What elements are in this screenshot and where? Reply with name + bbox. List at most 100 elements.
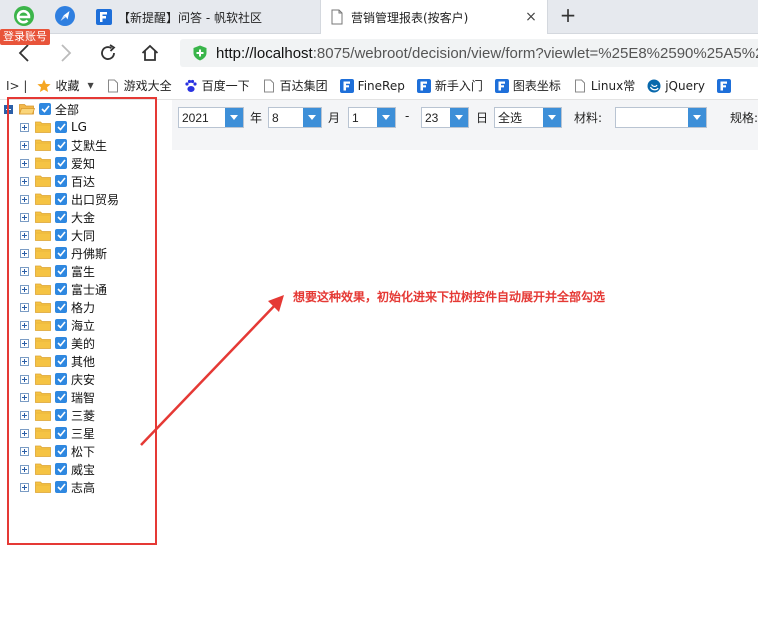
tab-forum[interactable]: 【新提醒】问答 - 帆软社区 (88, 0, 320, 34)
tree-node[interactable]: 富生 (20, 262, 95, 280)
back-button[interactable] (12, 42, 36, 64)
expand-icon[interactable] (20, 284, 29, 294)
day-from-select[interactable]: 1 (348, 107, 396, 128)
year-select[interactable]: 2021 (178, 107, 244, 128)
checkbox-checked-icon[interactable] (55, 337, 67, 349)
checkbox-checked-icon[interactable] (39, 103, 51, 115)
expand-icon[interactable] (20, 230, 29, 240)
bookmark-item[interactable] (717, 78, 735, 93)
forward-button[interactable] (54, 42, 78, 64)
bookmark-item[interactable]: FineRep (339, 78, 405, 93)
tree-node[interactable]: LG (20, 118, 87, 136)
tree-node[interactable]: 大同 (20, 226, 95, 244)
tree-node[interactable]: 格力 (20, 298, 95, 316)
login-badge[interactable]: 登录账号 (0, 29, 50, 45)
tree-node[interactable]: 志高 (20, 478, 95, 496)
expand-icon[interactable] (20, 356, 29, 366)
checkbox-checked-icon[interactable] (55, 427, 67, 439)
expand-icon[interactable] (20, 428, 29, 438)
expand-icon[interactable] (20, 194, 29, 204)
tree-node[interactable]: 松下 (20, 442, 95, 460)
checkbox-checked-icon[interactable] (55, 229, 67, 241)
checkbox-checked-icon[interactable] (55, 355, 67, 367)
expand-icon[interactable] (20, 212, 29, 222)
material-tree-select[interactable] (615, 107, 707, 128)
day-to-select[interactable]: 23 (421, 107, 469, 128)
checkbox-checked-icon[interactable] (55, 157, 67, 169)
collapse-icon[interactable] (4, 104, 13, 114)
close-tab-button[interactable]: × (521, 9, 541, 25)
expand-icon[interactable] (20, 158, 29, 168)
tree-node[interactable]: 爱知 (20, 154, 95, 172)
checkbox-checked-icon[interactable] (55, 283, 67, 295)
expand-icon[interactable] (20, 248, 29, 258)
expand-icon[interactable] (20, 446, 29, 456)
bookmark-item[interactable]: 游戏大全 (106, 77, 172, 94)
expand-icon[interactable] (20, 374, 29, 384)
checkbox-checked-icon[interactable] (55, 301, 67, 313)
checkbox-checked-icon[interactable] (55, 409, 67, 421)
tab-report[interactable]: 营销管理报表(按客户) × (320, 0, 548, 34)
checkbox-checked-icon[interactable] (55, 391, 67, 403)
checkbox-checked-icon[interactable] (55, 139, 67, 151)
bookmark-item[interactable]: 图表坐标 (494, 77, 561, 94)
expand-icon[interactable] (20, 482, 29, 492)
sidebar-toggle-icon[interactable]: I> | (6, 79, 27, 93)
tree-node[interactable]: 三菱 (20, 406, 95, 424)
browser-logo-icon[interactable] (12, 4, 36, 28)
address-bar[interactable]: http://localhost:8075/webroot/decision/v… (180, 39, 758, 67)
tree-node[interactable]: 出口贸易 (20, 190, 119, 208)
new-tab-button[interactable]: + (556, 4, 580, 28)
bookmark-favorites[interactable]: 收藏 ▼ (37, 77, 94, 94)
tree-node[interactable]: 丹佛斯 (20, 244, 107, 262)
bookmark-item[interactable]: jQuery (647, 79, 705, 93)
bookmark-item[interactable]: 新手入门 (416, 77, 483, 94)
tree-node[interactable]: 庆安 (20, 370, 95, 388)
tree-node[interactable]: 富士通 (20, 280, 107, 298)
navigation-icon[interactable] (54, 5, 76, 27)
checkbox-checked-icon[interactable] (55, 247, 67, 259)
expand-icon[interactable] (20, 320, 29, 330)
dropdown-button[interactable] (450, 108, 468, 127)
checkbox-checked-icon[interactable] (55, 373, 67, 385)
tree-node[interactable]: 艾默生 (20, 136, 107, 154)
bookmark-item[interactable]: 百度一下 (184, 77, 250, 94)
tree-node[interactable]: 威宝 (20, 460, 95, 478)
tree-node[interactable]: 百达 (20, 172, 95, 190)
dropdown-button[interactable] (543, 108, 561, 127)
expand-icon[interactable] (20, 464, 29, 474)
tree-node[interactable]: 美的 (20, 334, 95, 352)
expand-icon[interactable] (20, 122, 29, 132)
bookmark-item[interactable]: Linux常 (573, 77, 635, 94)
dropdown-button[interactable] (225, 108, 243, 127)
tree-node[interactable]: 海立 (20, 316, 95, 334)
checkbox-checked-icon[interactable] (55, 445, 67, 457)
checkbox-checked-icon[interactable] (55, 319, 67, 331)
checkbox-checked-icon[interactable] (55, 175, 67, 187)
month-select[interactable]: 8 (268, 107, 322, 128)
bookmark-item[interactable]: 百达集团 (262, 77, 328, 94)
dropdown-button[interactable] (303, 108, 321, 127)
reload-button[interactable] (96, 42, 120, 64)
home-button[interactable] (138, 42, 162, 64)
tree-node[interactable]: 其他 (20, 352, 95, 370)
checkbox-checked-icon[interactable] (55, 121, 67, 133)
expand-icon[interactable] (20, 266, 29, 276)
tree-node[interactable]: 大金 (20, 208, 95, 226)
scope-select[interactable]: 全选 (494, 107, 562, 128)
checkbox-checked-icon[interactable] (55, 265, 67, 277)
dropdown-button[interactable] (688, 108, 706, 127)
checkbox-checked-icon[interactable] (55, 481, 67, 493)
dropdown-button[interactable] (377, 108, 395, 127)
tree-node[interactable]: 瑞智 (20, 388, 95, 406)
expand-icon[interactable] (20, 410, 29, 420)
expand-icon[interactable] (20, 338, 29, 348)
expand-icon[interactable] (20, 176, 29, 186)
checkbox-checked-icon[interactable] (55, 193, 67, 205)
expand-icon[interactable] (20, 392, 29, 402)
expand-icon[interactable] (20, 302, 29, 312)
checkbox-checked-icon[interactable] (55, 463, 67, 475)
expand-icon[interactable] (20, 140, 29, 150)
tree-node-root[interactable]: 全部 (4, 100, 79, 118)
checkbox-checked-icon[interactable] (55, 211, 67, 223)
